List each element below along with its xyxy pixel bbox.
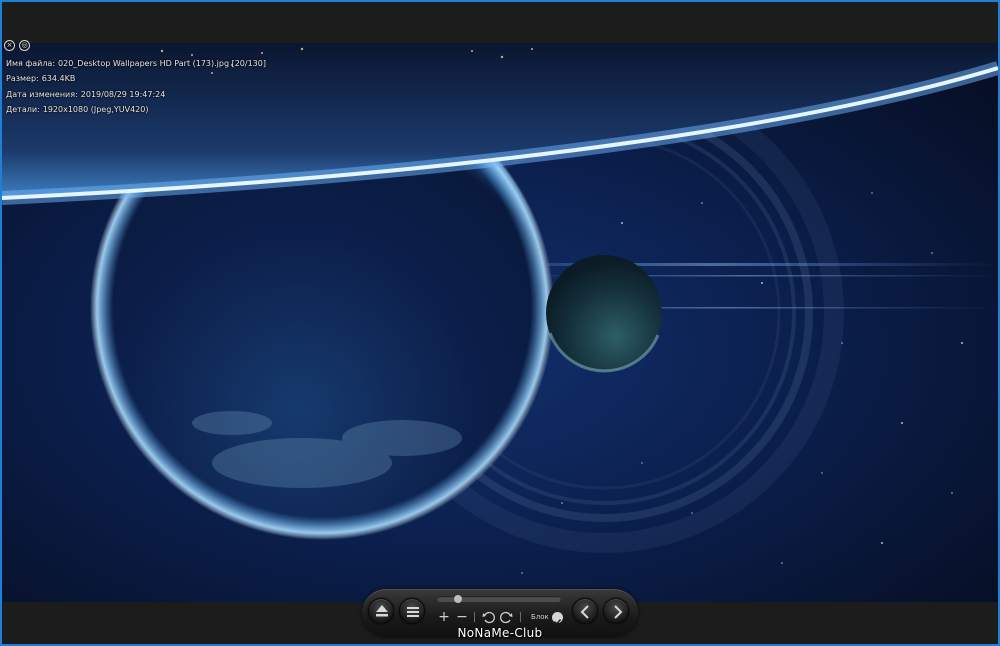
rotate-left-icon[interactable]: [481, 610, 495, 624]
watermark: NoNaMe-Club: [457, 626, 543, 640]
next-icon: [614, 605, 623, 619]
menu-icon: [407, 607, 419, 617]
info-details: Детали: 1920x1080 (Jpeg,YUV420): [6, 102, 266, 117]
next-button[interactable]: [603, 598, 629, 624]
toolbar-separator: [474, 612, 475, 622]
size-label: Размер:: [6, 74, 39, 84]
top-letterbox: [2, 2, 998, 43]
close-icon[interactable]: ×: [4, 40, 15, 51]
overlay-controls: × ◎: [4, 40, 30, 51]
zoom-in-icon[interactable]: +: [437, 610, 451, 624]
details-value: 1920x1080 (Jpeg,YUV420): [42, 104, 149, 114]
info-size: Размер: 634.4KB: [6, 71, 266, 86]
modified-value: 2019/08/29 19:47:24: [80, 89, 166, 99]
zoom-out-icon[interactable]: −: [455, 610, 469, 624]
filename-value: 020_Desktop Wallpapers HD Part (173).jpg…: [58, 59, 266, 68]
lock-toggle[interactable]: [552, 612, 563, 625]
lock-label: Блок: [531, 613, 549, 621]
navigation-progress[interactable]: [437, 595, 561, 603]
info-filename: Имя файла: 020_Desktop Wallpapers HD Part…: [6, 56, 266, 71]
rotate-right-icon[interactable]: [500, 610, 514, 624]
wallpaper-image: [2, 43, 998, 602]
settings-icon[interactable]: ◎: [19, 40, 30, 51]
prev-icon: [580, 605, 589, 619]
menu-button[interactable]: [399, 598, 425, 624]
details-label: Детали:: [6, 104, 40, 114]
modified-label: Дата изменения:: [6, 89, 78, 99]
eject-button[interactable]: [368, 598, 394, 624]
filename-label: Имя файла:: [6, 59, 56, 68]
image-viewport[interactable]: [2, 43, 998, 602]
toolbar-separator: [520, 612, 521, 622]
info-modified: Дата изменения: 2019/08/29 19:47:24: [6, 87, 266, 102]
prev-button[interactable]: [572, 598, 598, 624]
size-value: 634.4KB: [41, 74, 76, 84]
progress-thumb[interactable]: [454, 595, 462, 603]
file-info-panel: Имя файла: 020_Desktop Wallpapers HD Part…: [6, 56, 266, 117]
eject-icon: [376, 605, 388, 617]
